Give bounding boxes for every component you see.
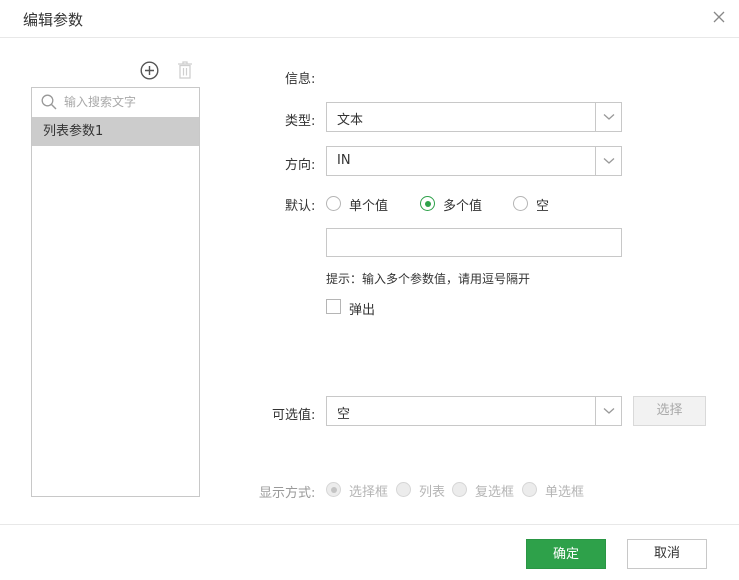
popup-checkbox-label: 弹出 <box>349 303 376 318</box>
default-radio-multiple[interactable] <box>420 196 435 211</box>
select-button[interactable]: 选择 <box>633 396 706 426</box>
trash-icon <box>177 60 193 80</box>
default-value-input[interactable] <box>326 228 622 257</box>
dialog-title: 编辑参数 <box>23 11 84 29</box>
direction-label: 方向: <box>285 158 316 173</box>
cancel-button[interactable]: 取消 <box>627 539 707 569</box>
display-radio-list-label: 列表 <box>419 485 446 500</box>
display-radio-checkbox-label: 复选框 <box>475 485 515 500</box>
search-icon <box>41 94 57 110</box>
chevron-down-icon[interactable] <box>595 397 621 425</box>
display-radio-radio-label: 单选框 <box>545 485 585 500</box>
hint-text: 提示：输入多个参数值，请用逗号隔开 <box>326 272 531 286</box>
chevron-down-icon[interactable] <box>595 147 621 175</box>
display-radio-checkbox[interactable] <box>452 482 467 497</box>
default-radio-single[interactable] <box>326 196 341 211</box>
default-label: 默认: <box>285 199 316 214</box>
optional-values-label: 可选值: <box>272 408 316 423</box>
chevron-down-icon[interactable] <box>595 103 621 131</box>
default-radio-empty-label: 空 <box>536 199 550 214</box>
search-box <box>32 88 199 117</box>
display-radio-dropdown-label: 选择框 <box>349 485 389 500</box>
optional-values-select-value: 空 <box>337 407 351 422</box>
display-mode-label: 显示方式: <box>259 486 316 501</box>
dialog-header: 编辑参数 <box>0 0 739 38</box>
search-input[interactable] <box>64 92 194 112</box>
display-radio-radio[interactable] <box>522 482 537 497</box>
default-radio-multiple-label: 多个值 <box>443 199 483 214</box>
info-label: 信息: <box>285 72 316 87</box>
type-select[interactable]: 文本 <box>326 102 622 132</box>
popup-checkbox[interactable] <box>326 299 341 314</box>
close-icon[interactable] <box>711 9 727 25</box>
list-item-parameter[interactable]: 列表参数1 <box>32 117 199 146</box>
display-radio-dropdown[interactable] <box>326 482 341 497</box>
default-radio-empty[interactable] <box>513 196 528 211</box>
default-radio-single-label: 单个值 <box>349 199 389 214</box>
direction-select-value: IN <box>337 153 351 168</box>
type-select-value: 文本 <box>337 113 364 128</box>
direction-select[interactable]: IN <box>326 146 622 176</box>
add-circle-icon[interactable] <box>140 61 159 80</box>
type-label: 类型: <box>285 114 316 129</box>
parameter-list-panel: 列表参数1 <box>31 87 200 497</box>
optional-values-select[interactable]: 空 <box>326 396 622 426</box>
edit-parameter-dialog: 编辑参数 列表参数1 信息: 类型: 文本 方向: IN 默认: <box>0 0 739 580</box>
confirm-button[interactable]: 确定 <box>526 539 606 569</box>
display-radio-list[interactable] <box>396 482 411 497</box>
